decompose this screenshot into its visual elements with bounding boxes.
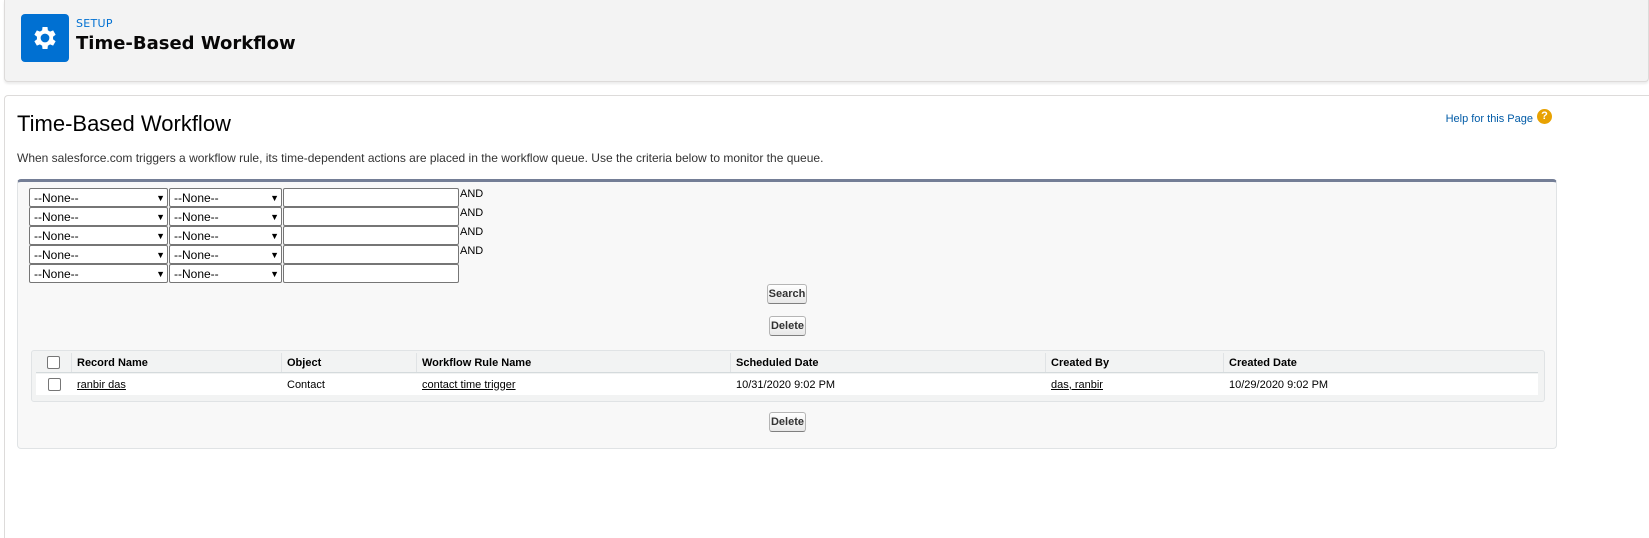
field-select[interactable]: --None-- ▼ xyxy=(29,207,168,226)
value-input[interactable] xyxy=(283,207,459,226)
delete-button-top[interactable]: Delete xyxy=(769,316,806,336)
operator-select[interactable]: --None-- ▼ xyxy=(169,226,282,245)
select-all-cell xyxy=(36,353,72,372)
operator-select[interactable]: --None-- ▼ xyxy=(169,207,282,226)
main-content: Time-Based Workflow Help for this Page ?… xyxy=(4,95,1649,538)
column-header[interactable]: Record Name xyxy=(72,353,282,372)
value-input[interactable] xyxy=(283,245,459,264)
record-name-cell: ranbir das xyxy=(72,374,282,395)
table-row: ranbir das Contact contact time trigger … xyxy=(36,374,1538,395)
filter-panel: --None-- ▼ --None-- ▼ AND --None-- ▼ --None… xyxy=(17,179,1557,449)
select-all-checkbox[interactable] xyxy=(47,356,60,369)
scheduled-date-cell: 10/31/2020 9:02 PM xyxy=(736,378,836,391)
and-label: AND xyxy=(460,226,484,238)
workflow-rule-link[interactable]: contact time trigger xyxy=(422,379,516,391)
row-checkbox-cell xyxy=(36,374,72,395)
page-title: Time-Based Workflow xyxy=(17,111,231,136)
created-date-cell: 10/29/2020 9:02 PM xyxy=(1229,378,1329,391)
filter-row: --None-- ▼ --None-- ▼ xyxy=(29,264,460,283)
chevron-down-icon: ▼ xyxy=(270,268,279,279)
column-header[interactable]: Created Date xyxy=(1224,353,1538,372)
value-input[interactable] xyxy=(283,264,459,283)
workflow-queue-table: Record Name Object Workflow Rule Name Sc… xyxy=(31,350,1545,402)
gear-icon xyxy=(21,14,69,62)
chevron-down-icon: ▼ xyxy=(270,230,279,241)
and-label: AND xyxy=(460,207,484,219)
filter-row: --None-- ▼ --None-- ▼ AND xyxy=(29,226,483,245)
object-cell: Contact xyxy=(287,378,325,391)
and-label: AND xyxy=(460,188,484,200)
page-header: SETUP Time-Based Workflow xyxy=(4,0,1649,82)
intro-text: When salesforce.com triggers a workflow … xyxy=(17,151,824,165)
chevron-down-icon: ▼ xyxy=(156,211,165,222)
workflow-rule-cell: contact time trigger xyxy=(417,374,731,395)
record-name-link[interactable]: ranbir das xyxy=(77,379,126,391)
help-link[interactable]: Help for this Page xyxy=(1446,113,1533,125)
table-header: Record Name Object Workflow Rule Name Sc… xyxy=(36,353,1538,373)
filter-row: --None-- ▼ --None-- ▼ AND xyxy=(29,188,483,207)
chevron-down-icon: ▼ xyxy=(270,249,279,260)
delete-button-bottom[interactable]: Delete xyxy=(769,412,806,432)
column-header[interactable]: Workflow Rule Name xyxy=(417,353,731,372)
operator-select[interactable]: --None-- ▼ xyxy=(169,264,282,283)
search-button[interactable]: Search xyxy=(767,284,807,304)
value-input[interactable] xyxy=(283,188,459,207)
chevron-down-icon: ▼ xyxy=(270,192,279,203)
chevron-down-icon: ▼ xyxy=(156,268,165,279)
field-select[interactable]: --None-- ▼ xyxy=(29,226,168,245)
field-select[interactable]: --None-- ▼ xyxy=(29,245,168,264)
column-header[interactable]: Object xyxy=(282,353,417,372)
chevron-down-icon: ▼ xyxy=(156,192,165,203)
filter-row: --None-- ▼ --None-- ▼ AND xyxy=(29,207,483,226)
operator-select[interactable]: --None-- ▼ xyxy=(169,245,282,264)
chevron-down-icon: ▼ xyxy=(156,230,165,241)
operator-select[interactable]: --None-- ▼ xyxy=(169,188,282,207)
column-header[interactable]: Created By xyxy=(1046,353,1224,372)
column-header[interactable]: Scheduled Date xyxy=(731,353,1046,372)
created-by-cell: das, ranbir xyxy=(1046,374,1224,395)
header-title: Time-Based Workflow xyxy=(76,33,296,54)
filter-row: --None-- ▼ --None-- ▼ AND xyxy=(29,245,483,264)
field-select[interactable]: --None-- ▼ xyxy=(29,264,168,283)
created-by-link[interactable]: das, ranbir xyxy=(1051,379,1103,391)
row-checkbox[interactable] xyxy=(47,378,61,391)
help-icon[interactable]: ? xyxy=(1537,109,1552,124)
and-label: AND xyxy=(460,245,484,257)
chevron-down-icon: ▼ xyxy=(156,249,165,260)
header-kicker: SETUP xyxy=(76,17,113,30)
field-select[interactable]: --None-- ▼ xyxy=(29,188,168,207)
value-input[interactable] xyxy=(283,226,459,245)
chevron-down-icon: ▼ xyxy=(270,211,279,222)
